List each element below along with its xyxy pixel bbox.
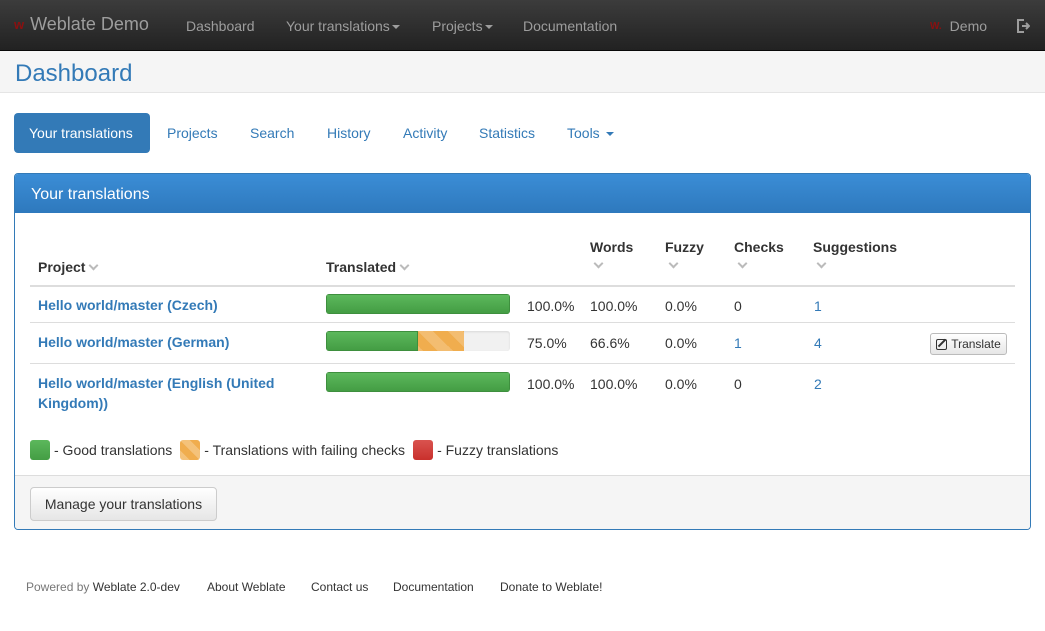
tab-tools-label: Tools xyxy=(567,125,600,141)
tab-history[interactable]: History xyxy=(312,113,386,153)
tab-your-translations[interactable]: Your translations xyxy=(14,113,150,153)
column-project[interactable]: Project xyxy=(38,259,99,275)
footer-documentation-link[interactable]: Documentation xyxy=(393,580,474,594)
translated-percent: 100.0% xyxy=(527,298,575,314)
brand-link[interactable]: w Weblate Demo xyxy=(14,14,149,35)
user-menu[interactable]: W. Demo xyxy=(930,18,987,34)
tab-projects[interactable]: Projects xyxy=(152,113,233,153)
tab-statistics[interactable]: Statistics xyxy=(464,113,550,153)
nav-your-translations[interactable]: Your translations xyxy=(286,18,400,34)
footer-donate-link[interactable]: Donate to Weblate! xyxy=(500,580,603,594)
nav-projects[interactable]: Projects xyxy=(432,18,493,34)
column-fuzzy[interactable]: Fuzzy xyxy=(665,239,704,255)
column-words-label: Words xyxy=(590,239,634,255)
footer-powered-by: Powered by Weblate 2.0-dev xyxy=(26,580,180,594)
tab-tools[interactable]: Tools xyxy=(552,113,629,153)
sort-icon xyxy=(89,260,99,271)
fuzzy-percent: 0.0% xyxy=(665,335,697,351)
column-words[interactable]: Words xyxy=(590,239,633,255)
translate-button-label: Translate xyxy=(951,337,1001,351)
words-percent: 100.0% xyxy=(590,298,638,314)
checks-count: 0 xyxy=(734,376,742,392)
user-name: Demo xyxy=(949,18,988,34)
chevron-down-icon xyxy=(484,25,493,30)
legend-checks-label: - Translations with failing checks xyxy=(204,442,406,458)
row-divider xyxy=(30,322,1015,323)
column-suggestions[interactable]: Suggestions xyxy=(813,239,897,255)
column-checks-label: Checks xyxy=(734,239,784,255)
column-project-label: Project xyxy=(38,259,86,275)
translated-percent: 75.0% xyxy=(527,335,567,351)
column-translated[interactable]: Translated xyxy=(326,259,410,275)
top-navbar: w Weblate Demo Dashboard Your translatio… xyxy=(0,0,1045,51)
progress-failing-checks xyxy=(418,331,464,351)
legend-good-label: - Good translations xyxy=(54,442,173,458)
manage-translations-button[interactable]: Manage your translations xyxy=(30,487,217,521)
fuzzy-percent: 0.0% xyxy=(665,376,697,392)
page-header xyxy=(0,51,1045,93)
progress-good xyxy=(326,294,510,314)
translate-button[interactable]: Translate xyxy=(930,333,1007,355)
user-avatar-icon: W. xyxy=(930,20,942,32)
column-translated-label: Translated xyxy=(326,259,397,275)
project-link[interactable]: Hello world/master (Czech) xyxy=(38,295,308,315)
row-divider xyxy=(30,363,1015,364)
column-checks[interactable]: Checks xyxy=(734,239,784,255)
table-header-divider xyxy=(30,285,1015,287)
words-percent: 100.0% xyxy=(590,376,638,392)
progress-good xyxy=(326,372,510,392)
suggestions-link[interactable]: 2 xyxy=(814,376,822,392)
chevron-down-icon xyxy=(605,132,614,137)
tab-activity[interactable]: Activity xyxy=(388,113,462,153)
logout-icon[interactable] xyxy=(1016,19,1030,33)
words-percent: 66.6% xyxy=(590,335,630,351)
powered-by-label: Powered by xyxy=(26,580,90,594)
progress-good xyxy=(326,331,418,351)
page-title: Dashboard xyxy=(15,60,133,87)
fuzzy-percent: 0.0% xyxy=(665,298,697,314)
translation-progress-bar xyxy=(326,372,510,392)
panel-title: Your translations xyxy=(15,174,1030,213)
weblate-version-link[interactable]: Weblate 2.0-dev xyxy=(93,580,180,594)
checks-link[interactable]: 1 xyxy=(734,335,742,351)
nav-dashboard[interactable]: Dashboard xyxy=(186,18,255,34)
suggestions-link[interactable]: 1 xyxy=(814,298,822,314)
fuzzy-translations-swatch xyxy=(413,440,434,460)
legend: - Good translations - Translations with … xyxy=(30,440,558,460)
footer-about-link[interactable]: About Weblate xyxy=(207,580,286,594)
project-link[interactable]: Hello world/master (German) xyxy=(38,332,308,352)
translation-progress-bar xyxy=(326,331,510,351)
nav-projects-label: Projects xyxy=(432,18,483,34)
legend-fuzzy-label: - Fuzzy translations xyxy=(437,442,559,458)
column-fuzzy-label: Fuzzy xyxy=(665,239,704,255)
brand-name: Weblate Demo xyxy=(30,14,149,34)
suggestions-link[interactable]: 4 xyxy=(814,335,822,351)
good-translations-swatch xyxy=(30,440,50,460)
footer-contact-link[interactable]: Contact us xyxy=(311,580,368,594)
checks-count: 0 xyxy=(734,298,742,314)
edit-icon xyxy=(936,338,948,350)
sort-icon xyxy=(399,260,410,271)
translated-percent: 100.0% xyxy=(527,376,575,392)
tab-search[interactable]: Search xyxy=(235,113,309,153)
weblate-logo-icon: w xyxy=(14,17,24,32)
column-suggestions-label: Suggestions xyxy=(813,239,898,255)
chevron-down-icon xyxy=(391,25,400,30)
nav-documentation[interactable]: Documentation xyxy=(523,18,617,34)
project-link[interactable]: Hello world/master (English (United King… xyxy=(38,373,308,413)
translation-progress-bar xyxy=(326,294,510,314)
nav-your-translations-label: Your translations xyxy=(286,18,390,34)
failing-checks-swatch xyxy=(180,440,201,460)
